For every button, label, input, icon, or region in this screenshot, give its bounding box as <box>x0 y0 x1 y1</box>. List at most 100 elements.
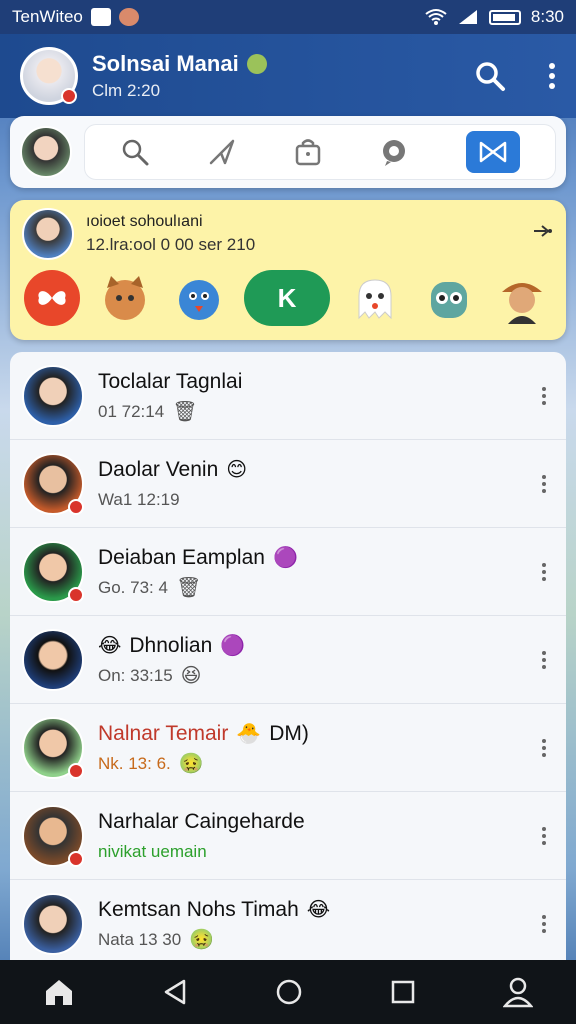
share-icon[interactable] <box>532 222 554 246</box>
notification-icon <box>90 8 111 26</box>
avatar <box>22 628 84 691</box>
list-item[interactable]: Daolar Venin 😊 Wa1 12:19 <box>10 440 566 528</box>
verified-icon <box>246 54 267 74</box>
avatar <box>22 364 84 427</box>
chat-name: 😂 Dhnolian 🟣 <box>98 633 246 657</box>
purple-emoji-icon: 🟣 <box>220 634 246 657</box>
chat-list: Toclalar Tagnlai 01 72:14 🗑 Daolar Venin 😊… <box>10 352 566 960</box>
profile-icon[interactable] <box>502 976 533 1008</box>
avatar <box>22 540 84 603</box>
chat-subtitle: Go. 73: 4 🗑 <box>98 576 202 599</box>
story-name: ıoioet sohoulıani <box>86 213 203 230</box>
purple-emoji-icon: 🟣 <box>272 546 298 569</box>
page-title: Solnsai Manai <box>92 51 239 76</box>
home-circle-icon[interactable] <box>275 978 303 1006</box>
status-badge <box>68 850 84 867</box>
chat-subtitle: nivikat uemain <box>98 841 207 861</box>
recents-icon[interactable] <box>390 979 416 1005</box>
header-text: Solnsai Manai Clm 2:20 <box>92 51 267 101</box>
wifi-icon <box>425 9 447 25</box>
bottom-nav <box>0 960 576 1024</box>
sticker-row: K <box>10 260 566 326</box>
trash-icon: 🗑 <box>175 576 202 599</box>
list-item[interactable]: 😂 Dhnolian 🟣 On: 33:15 😆 <box>10 616 566 704</box>
home-icon[interactable] <box>43 977 75 1007</box>
more-vert-icon[interactable] <box>548 62 556 90</box>
chat-name: Deiaban Eamplan 🟣 <box>98 545 298 569</box>
laugh-emoji-icon: 😆 <box>180 664 202 687</box>
app-notification-icon <box>118 8 139 26</box>
profile-avatar[interactable] <box>20 47 78 105</box>
owl-sticker[interactable] <box>421 270 477 326</box>
chat-subtitle: Wa1 12:19 <box>98 489 180 509</box>
status-badge <box>61 88 77 104</box>
chat-icon[interactable] <box>379 137 409 167</box>
more-vert-icon[interactable] <box>534 826 554 845</box>
trash-icon: 🗑 <box>172 400 198 423</box>
chat-subtitle: Nata 13 30 🤢 <box>98 928 215 951</box>
list-item[interactable]: Toclalar Tagnlai 01 72:14 🗑 <box>10 352 566 440</box>
heart-sticker[interactable] <box>24 270 80 326</box>
status-right: 8:30 <box>425 7 564 27</box>
status-left: TenWiteo <box>12 7 139 27</box>
list-item[interactable]: Deiaban Eamplan 🟣 Go. 73: 4 🗑 <box>10 528 566 616</box>
avatar <box>22 804 84 867</box>
bag-icon[interactable] <box>294 137 322 167</box>
list-item[interactable]: Kemtsan Nohs Timah 😂 Nata 13 30 🤢 <box>10 880 566 960</box>
k-sticker[interactable]: K <box>243 270 330 326</box>
chat-name: Daolar Venin 😊 <box>98 457 248 481</box>
chick-emoji-icon: 🐣 <box>236 722 262 745</box>
more-vert-icon[interactable] <box>534 562 554 581</box>
bird-sticker[interactable] <box>171 270 227 326</box>
status-time: 8:30 <box>530 7 564 26</box>
story-avatar[interactable] <box>22 208 74 260</box>
chat-subtitle: 01 72:14 🗑 <box>98 400 198 423</box>
laugh-emoji-icon: 😂 <box>306 898 331 921</box>
chat-subtitle: On: 33:15 😆 <box>98 664 202 687</box>
search-toolbar-card <box>10 116 566 188</box>
avatar <box>22 716 84 779</box>
bowtie-icon[interactable] <box>465 131 520 173</box>
app-header: Solnsai Manai Clm 2:20 <box>0 34 576 118</box>
avatar <box>22 452 84 515</box>
battery-icon <box>488 9 521 25</box>
list-item[interactable]: Nalnar Temair 🐣 DM) Nk. 13: 6. 🤢 <box>10 704 566 792</box>
more-vert-icon[interactable] <box>534 650 554 669</box>
cat-sticker[interactable] <box>97 270 153 326</box>
search-toolbar <box>84 124 556 180</box>
sick-emoji-icon: 🤢 <box>189 928 215 951</box>
ghost-sticker[interactable] <box>347 270 403 326</box>
chat-subtitle: Nk. 13: 6. 🤢 <box>98 752 204 775</box>
back-icon[interactable] <box>162 978 188 1006</box>
girl-sticker[interactable] <box>494 270 550 326</box>
chat-name: Narhalar Caingeharde <box>98 809 305 833</box>
story-card[interactable]: ıoioet sohoulıani 12.lra:ool 0 00 ser 21… <box>10 200 566 340</box>
more-vert-icon[interactable] <box>534 738 554 757</box>
header-title: Solnsai Manai <box>92 51 267 77</box>
status-badge <box>68 586 84 603</box>
story-text: ıoioet sohoulıani 12.lra:ool 0 00 ser 21… <box>86 213 255 255</box>
header-subtitle: Clm 2:20 <box>92 81 161 100</box>
more-vert-icon[interactable] <box>534 914 554 933</box>
status-badge <box>68 762 84 779</box>
story-time: 12.lra:ool 0 00 ser 210 <box>86 235 256 254</box>
status-app-name: TenWiteo <box>12 7 83 26</box>
search-icon[interactable] <box>120 137 150 167</box>
more-vert-icon[interactable] <box>534 386 554 405</box>
sick-emoji-icon: 🤢 <box>178 752 204 775</box>
more-vert-icon[interactable] <box>534 474 554 493</box>
chat-name: Toclalar Tagnlai <box>98 369 243 393</box>
status-bar: TenWiteo 8:30 <box>0 0 576 34</box>
search-icon[interactable] <box>474 60 506 92</box>
laugh-emoji-icon: 😂 <box>98 634 122 657</box>
send-icon[interactable] <box>207 137 237 167</box>
chat-name: Kemtsan Nohs Timah 😂 <box>98 897 331 921</box>
my-avatar[interactable] <box>20 126 72 178</box>
story-header: ıoioet sohoulıani 12.lra:ool 0 00 ser 21… <box>10 200 566 260</box>
status-badge <box>68 498 84 515</box>
signal-icon <box>458 10 477 24</box>
list-item[interactable]: Narhalar Caingeharde nivikat uemain <box>10 792 566 880</box>
chat-name: Nalnar Temair 🐣 DM) <box>98 721 309 745</box>
header-actions <box>474 60 556 92</box>
avatar <box>22 892 84 955</box>
